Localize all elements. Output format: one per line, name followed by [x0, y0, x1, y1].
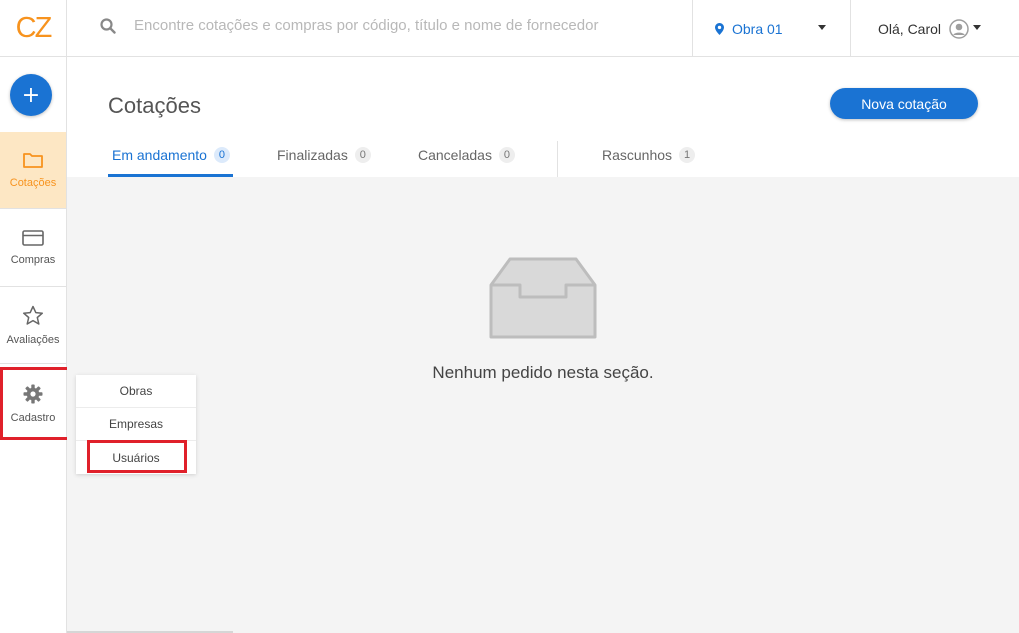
chevron-down-icon [973, 25, 981, 30]
tab-count-badge: 0 [213, 147, 230, 163]
page-title: Cotações [108, 93, 201, 118]
tab-label: Canceladas [418, 147, 492, 163]
search-bar [100, 17, 654, 34]
tab-count-badge: 1 [679, 147, 696, 163]
cz-logo[interactable]: CZ [16, 12, 53, 45]
tab-finalizadas[interactable]: Finalizadas 0 [277, 145, 371, 165]
sidebar-item-label: Avaliações [6, 333, 60, 346]
tab-label: Rascunhos [602, 147, 673, 163]
main-panel: Cotações Nova cotação Em andamento 0 Fin… [67, 57, 1019, 633]
sidebar-item-cotacoes[interactable]: Cotações [0, 132, 66, 209]
sidebar: + Cotações Compras Avaliações Cadastro [0, 57, 67, 633]
chevron-down-icon [818, 25, 826, 30]
search-icon [100, 17, 116, 34]
add-button[interactable]: + [10, 74, 52, 116]
tab-count-badge: 0 [498, 147, 515, 163]
search-input[interactable] [134, 17, 654, 34]
user-avatar-icon [949, 18, 969, 39]
star-icon [22, 305, 44, 325]
tab-em-andamento[interactable]: Em andamento 0 [112, 145, 230, 165]
tab-count-badge: 0 [354, 147, 371, 163]
page-header: Cotações Nova cotação Em andamento 0 Fin… [67, 57, 1019, 177]
credit-card-icon [22, 230, 44, 246]
usuarios-highlight-box [87, 440, 187, 473]
user-greeting: Olá, Carol [878, 20, 942, 37]
sidebar-item-compras[interactable]: Compras [0, 210, 66, 287]
sidebar-item-label: Compras [10, 254, 56, 266]
obra-selector-label: Obra 01 [732, 20, 783, 37]
inbox-tray-icon [489, 257, 597, 339]
sidebar-item-label: Cotações [9, 177, 57, 189]
cadastro-highlight-box [0, 367, 70, 440]
tab-label: Finalizadas [277, 147, 348, 163]
content-area: Nenhum pedido nesta seção. [67, 177, 1019, 633]
submenu-item-obras[interactable]: Obras [76, 375, 196, 408]
new-quotation-button[interactable]: Nova cotação [830, 88, 978, 119]
map-pin-icon [715, 22, 724, 35]
user-menu[interactable]: Olá, Carol [878, 0, 981, 57]
tab-canceladas[interactable]: Canceladas 0 [418, 145, 515, 165]
empty-state-message: Nenhum pedido nesta seção. [432, 363, 654, 382]
submenu-item-empresas[interactable]: Empresas [76, 408, 196, 441]
logo-container[interactable]: CZ [0, 0, 67, 57]
tab-label: Em andamento [112, 147, 207, 163]
tab-divider [557, 141, 558, 177]
obra-selector[interactable]: Obra 01 [692, 0, 851, 57]
top-bar: CZ Obra 01 Olá, Carol [0, 0, 1019, 57]
tab-rascunhos[interactable]: Rascunhos 1 [602, 145, 696, 165]
app-root: CZ Obra 01 Olá, Carol [0, 0, 1019, 633]
folder-icon [23, 153, 43, 168]
sidebar-item-avaliacoes[interactable]: Avaliações [0, 287, 66, 364]
